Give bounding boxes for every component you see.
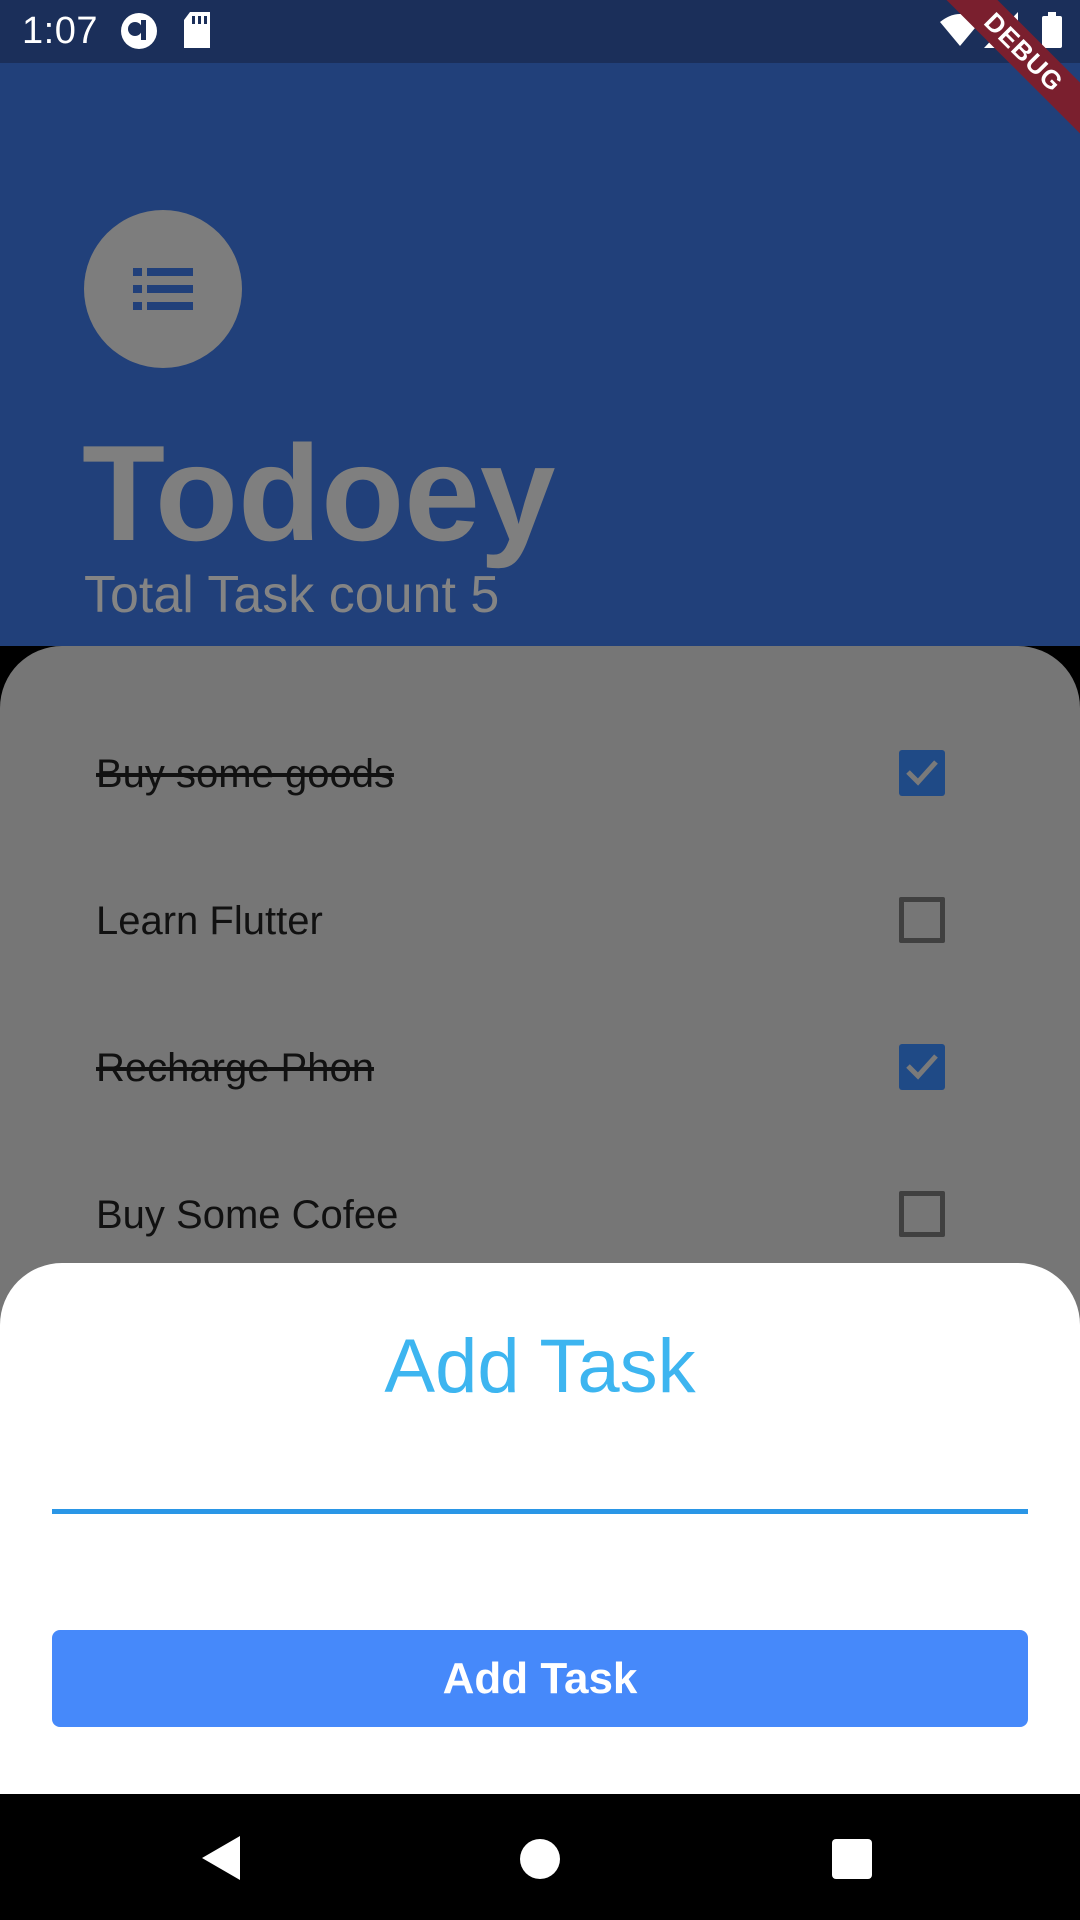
sd-card-icon — [184, 12, 210, 48]
task-checkbox[interactable] — [899, 897, 945, 943]
task-checkbox[interactable] — [899, 1044, 945, 1090]
home-icon[interactable] — [520, 1839, 560, 1879]
task-label: Buy some goods — [96, 752, 394, 796]
recents-icon[interactable] — [832, 1839, 872, 1879]
task-row[interactable]: Buy some goods — [0, 712, 1080, 832]
notification-app-icon — [121, 13, 157, 49]
menu-avatar — [84, 210, 242, 368]
status-bar: 1:07 — [0, 0, 1080, 63]
app-title: Todoey — [82, 417, 556, 569]
task-checkbox[interactable] — [899, 1191, 945, 1237]
back-icon[interactable] — [202, 1836, 242, 1880]
task-checkbox[interactable] — [899, 750, 945, 796]
list-icon — [133, 268, 193, 310]
header: Todoey Total Task count 5 — [0, 63, 1080, 646]
task-input[interactable] — [52, 1443, 1028, 1514]
status-time: 1:07 — [22, 10, 98, 52]
task-row[interactable]: Learn Flutter — [0, 859, 1080, 979]
task-label: Learn Flutter — [96, 899, 323, 943]
task-label: Recharge Phon — [96, 1046, 374, 1090]
task-row[interactable]: Recharge Phon — [0, 1006, 1080, 1126]
sheet-title: Add Task — [384, 1324, 696, 1409]
check-icon — [906, 760, 938, 786]
nav-bar — [0, 1794, 1080, 1920]
battery-icon — [1042, 12, 1062, 48]
task-row[interactable]: Buy Some Cofee — [0, 1153, 1080, 1273]
check-icon — [906, 1054, 938, 1080]
add-task-sheet: Add Task Add Task — [0, 1263, 1080, 1794]
task-count: Total Task count 5 — [84, 566, 500, 624]
task-label: Buy Some Cofee — [96, 1193, 399, 1237]
add-task-button[interactable]: Add Task — [52, 1630, 1028, 1727]
